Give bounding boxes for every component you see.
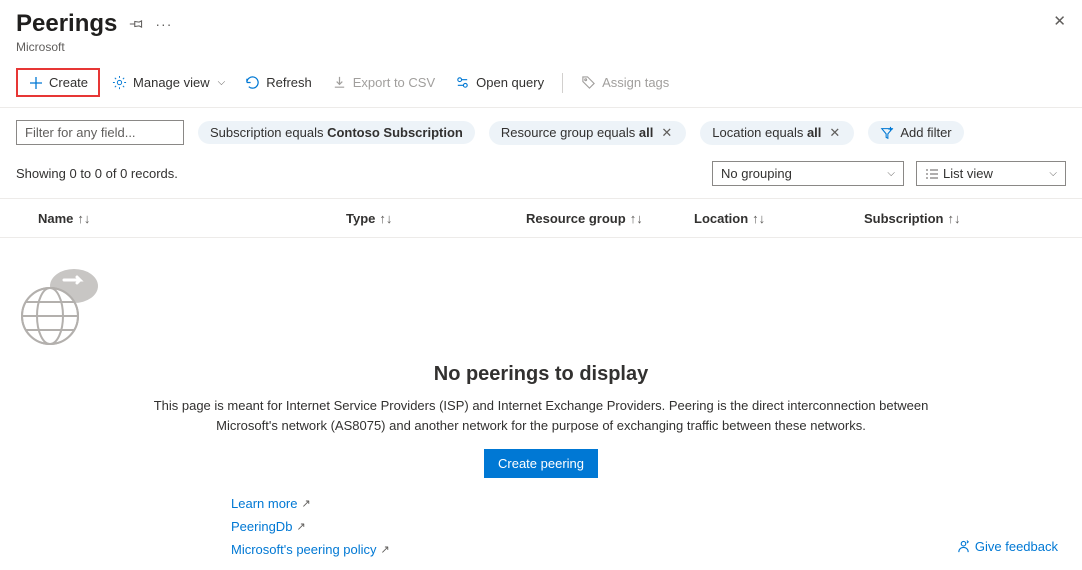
- column-resource-group[interactable]: Resource group ↑↓: [526, 211, 694, 226]
- manage-view-button[interactable]: Manage view ⌵: [104, 71, 233, 94]
- external-link-icon: ↗: [301, 497, 310, 510]
- chevron-down-icon: ⌵: [218, 77, 226, 88]
- download-icon: [332, 75, 347, 90]
- toolbar-separator: [562, 73, 563, 93]
- give-feedback-link[interactable]: Give feedback: [956, 539, 1058, 554]
- tag-icon: [581, 75, 596, 90]
- remove-filter-icon[interactable]: ✕: [827, 125, 842, 141]
- refresh-button[interactable]: Refresh: [237, 71, 320, 94]
- feedback-icon: [956, 539, 971, 554]
- chevron-down-icon: ⌵: [1049, 168, 1057, 179]
- feedback-label: Give feedback: [975, 539, 1058, 554]
- record-count: Showing 0 to 0 of 0 records.: [16, 166, 178, 181]
- manage-view-label: Manage view: [133, 75, 210, 90]
- refresh-label: Refresh: [266, 75, 312, 90]
- learn-more-link[interactable]: Learn more ↗: [231, 496, 311, 511]
- page-subtitle: Microsoft: [16, 40, 1066, 54]
- page-title: Peerings: [16, 10, 117, 38]
- create-peering-button[interactable]: Create peering: [484, 449, 598, 478]
- view-value: List view: [943, 166, 993, 181]
- plus-icon: [28, 75, 43, 90]
- grouping-select[interactable]: No grouping ⌵: [712, 161, 904, 186]
- chevron-down-icon: ⌵: [887, 168, 895, 179]
- gear-icon: [112, 75, 127, 90]
- query-icon: [455, 75, 470, 90]
- sort-icon: ↑↓: [379, 211, 392, 226]
- empty-state: No peerings to display This page is mean…: [0, 238, 1082, 557]
- sort-icon: ↑↓: [947, 211, 960, 226]
- column-name[interactable]: Name ↑↓: [16, 211, 346, 226]
- assign-tags-button[interactable]: Assign tags: [573, 71, 677, 94]
- external-link-icon: ↗: [296, 520, 305, 533]
- grouping-value: No grouping: [721, 166, 792, 181]
- filter-pill-resource-group[interactable]: Resource group equals all ✕: [489, 121, 686, 145]
- status-row: Showing 0 to 0 of 0 records. No grouping…: [0, 153, 1082, 198]
- filter-input[interactable]: [16, 120, 184, 145]
- empty-state-links: Learn more ↗ PeeringDb ↗ Microsoft's pee…: [231, 496, 851, 557]
- peeringdb-link[interactable]: PeeringDb ↗: [231, 519, 306, 534]
- column-type[interactable]: Type ↑↓: [346, 211, 526, 226]
- open-query-label: Open query: [476, 75, 544, 90]
- add-filter-button[interactable]: Add filter: [868, 121, 963, 144]
- sort-icon: ↑↓: [630, 211, 643, 226]
- create-label: Create: [49, 75, 88, 90]
- filter-row: Subscription equals Contoso Subscription…: [0, 108, 1082, 153]
- remove-filter-icon[interactable]: ✕: [659, 125, 674, 141]
- refresh-icon: [245, 75, 260, 90]
- sort-icon: ↑↓: [752, 211, 765, 226]
- empty-state-description: This page is meant for Internet Service …: [131, 396, 951, 435]
- filter-pill-location[interactable]: Location equals all ✕: [700, 121, 854, 145]
- table-header: Name ↑↓ Type ↑↓ Resource group ↑↓ Locati…: [0, 198, 1082, 238]
- create-button[interactable]: Create: [16, 68, 100, 97]
- more-icon[interactable]: ···: [155, 16, 172, 32]
- export-csv-label: Export to CSV: [353, 75, 435, 90]
- close-icon[interactable]: ✕: [1053, 12, 1066, 30]
- peering-policy-link[interactable]: Microsoft's peering policy ↗: [231, 542, 390, 557]
- add-filter-icon: [880, 126, 894, 140]
- export-csv-button[interactable]: Export to CSV: [324, 71, 443, 94]
- empty-state-graphic: [16, 262, 1066, 347]
- assign-tags-label: Assign tags: [602, 75, 669, 90]
- open-query-button[interactable]: Open query: [447, 71, 552, 94]
- add-filter-label: Add filter: [900, 125, 951, 140]
- toolbar: Create Manage view ⌵ Refresh Export to C…: [0, 58, 1082, 108]
- list-icon: [925, 168, 939, 180]
- external-link-icon: ↗: [381, 543, 390, 556]
- column-subscription[interactable]: Subscription ↑↓: [864, 211, 1066, 226]
- page-header: Peerings ··· Microsoft ✕: [0, 0, 1082, 58]
- filter-pill-subscription[interactable]: Subscription equals Contoso Subscription: [198, 121, 475, 144]
- view-select[interactable]: List view ⌵: [916, 161, 1066, 186]
- column-location[interactable]: Location ↑↓: [694, 211, 864, 226]
- sort-icon: ↑↓: [77, 211, 90, 226]
- pin-icon[interactable]: [129, 17, 143, 31]
- empty-state-title: No peerings to display: [16, 363, 1066, 386]
